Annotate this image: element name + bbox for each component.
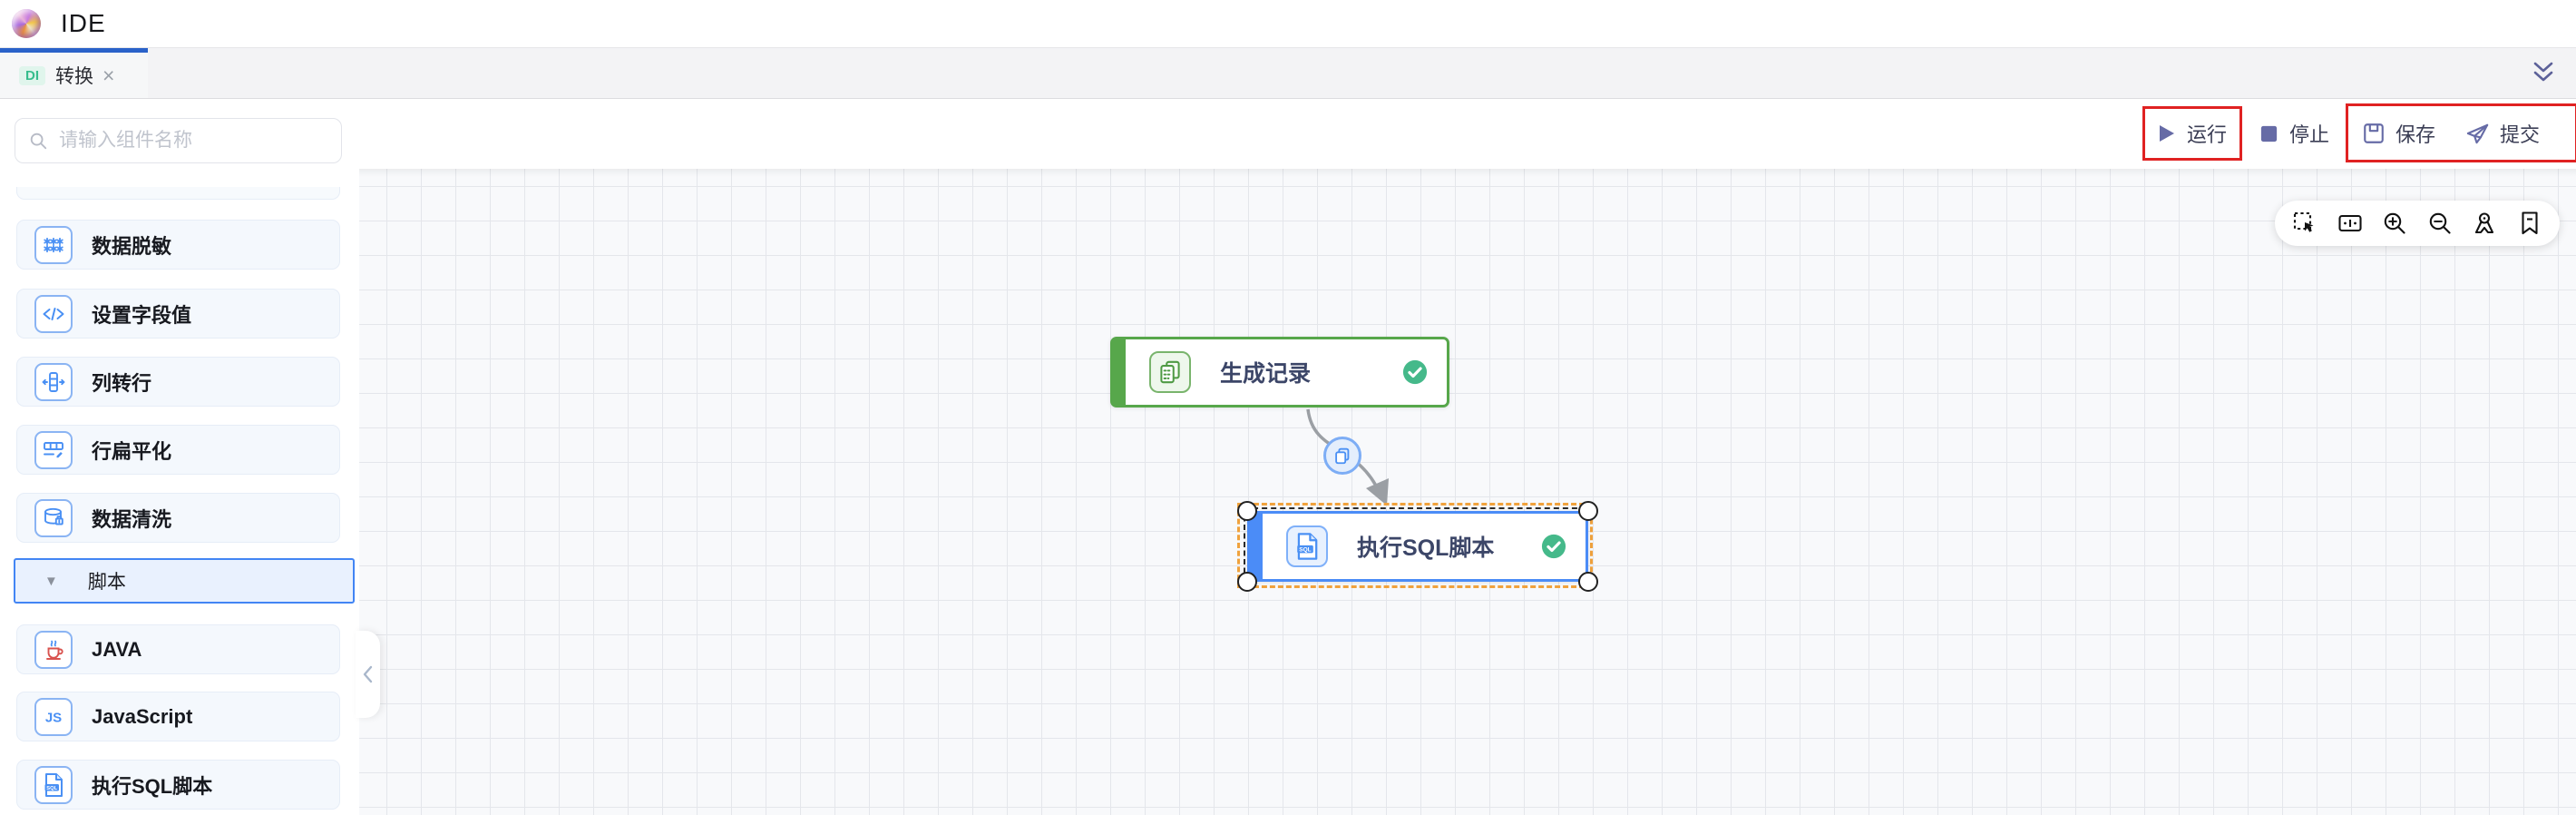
svg-text:SQL: SQL — [46, 785, 57, 790]
tab-label: 转换 — [55, 66, 93, 87]
copy-icon — [1335, 447, 1350, 465]
node-resize-handle[interactable] — [1237, 501, 1257, 521]
component-search[interactable] — [15, 118, 342, 163]
column-to-row-icon — [34, 362, 73, 401]
list-item-label: 设置字段值 — [92, 303, 192, 327]
node-generate-records[interactable]: 生成记录 — [1110, 337, 1449, 408]
list-item-data-clean[interactable]: 数据清洗 — [16, 493, 340, 543]
list-item-column-to-row[interactable]: 列转行 — [16, 357, 340, 407]
data-clean-icon — [34, 498, 73, 537]
bookmark-icon[interactable] — [2515, 209, 2544, 238]
list-item-java[interactable]: JAVA — [16, 624, 340, 674]
locate-icon[interactable] — [2470, 209, 2499, 238]
list-item-label: JavaScript — [92, 704, 193, 728]
zoom-in-icon[interactable] — [2380, 209, 2409, 238]
run-button[interactable]: 运行 — [2155, 118, 2227, 149]
actual-size-icon[interactable] — [2336, 209, 2365, 238]
java-cup-icon — [34, 630, 73, 669]
chevron-left-icon — [363, 665, 372, 683]
stop-square-icon — [2260, 125, 2278, 142]
svg-text:JS: JS — [45, 710, 62, 725]
run-button-label: 运行 — [2187, 123, 2228, 146]
list-item-label: 行扁平化 — [92, 439, 172, 463]
js-icon: JS — [34, 697, 73, 736]
double-chevron-down-icon[interactable] — [2527, 56, 2560, 89]
save-button[interactable]: 保存 — [2362, 118, 2435, 149]
list-item-row-flatten[interactable]: 行扁平化 — [16, 425, 340, 475]
edge-copy-badge[interactable] — [1323, 437, 1361, 475]
stop-button-label: 停止 — [2289, 123, 2330, 146]
node-label: 执行SQL脚本 — [1357, 535, 1495, 561]
node-resize-handle[interactable] — [1237, 572, 1257, 592]
row-flatten-icon — [34, 430, 73, 469]
data-mask-icon — [34, 225, 73, 264]
node-execute-sql[interactable]: SQL 执行SQL脚本 — [1247, 511, 1588, 582]
list-item-label: 列转行 — [92, 371, 152, 395]
section-header-script[interactable]: ▼ 脚本 — [14, 558, 355, 604]
save-button-label: 保存 — [2395, 123, 2436, 146]
copy-records-icon — [1149, 351, 1191, 393]
marquee-select-icon[interactable] — [2290, 209, 2319, 238]
svg-text:SQL: SQL — [1299, 546, 1312, 553]
section-triangle-icon: ▼ — [44, 573, 58, 589]
tab-bar: DI 转换 × — [0, 48, 2576, 99]
list-item-javascript[interactable]: JS JavaScript — [16, 692, 340, 741]
sidebar-collapse-handle[interactable] — [356, 631, 380, 718]
list-item-label: 执行SQL脚本 — [92, 774, 213, 798]
section-label: 脚本 — [87, 572, 126, 593]
node-resize-handle[interactable] — [1578, 501, 1598, 521]
app-logo — [12, 9, 41, 38]
success-check-icon — [1541, 534, 1566, 559]
node-resize-handle[interactable] — [1578, 572, 1598, 592]
stop-button[interactable]: 停止 — [2259, 118, 2329, 149]
tab-transform[interactable]: DI 转换 × — [0, 48, 148, 98]
tab-close-icon[interactable]: × — [102, 64, 114, 86]
set-field-value-icon — [34, 294, 73, 333]
save-floppy-icon — [2364, 123, 2384, 143]
canvas-mini-toolbar — [2275, 201, 2560, 246]
list-item-partial[interactable] — [16, 187, 340, 200]
list-item-label: 数据清洗 — [92, 507, 172, 531]
app-header: IDE — [0, 0, 2576, 48]
search-icon — [30, 133, 47, 150]
zoom-out-icon[interactable] — [2425, 209, 2454, 238]
sql-file-icon: SQL — [1286, 525, 1328, 567]
submit-plane-icon — [2466, 123, 2489, 143]
flow-canvas[interactable] — [359, 169, 2576, 815]
list-item-data-mask[interactable]: 数据脱敏 — [16, 220, 340, 270]
submit-button[interactable]: 提交 — [2465, 118, 2540, 149]
list-item-set-field-value[interactable]: 设置字段值 — [16, 289, 340, 339]
list-item-label: 数据脱敏 — [92, 234, 172, 258]
play-icon — [2160, 125, 2174, 142]
component-sidebar: 数据脱敏 设置字段值 列转行 — [0, 99, 356, 815]
node-accent-bar — [1250, 514, 1263, 579]
list-item-execute-sql[interactable]: SQL 执行SQL脚本 — [16, 760, 340, 810]
node-accent-bar — [1113, 339, 1126, 405]
submit-button-label: 提交 — [2500, 123, 2541, 146]
app-title: IDE — [61, 9, 106, 37]
tab-type-badge: DI — [19, 65, 45, 85]
node-label: 生成记录 — [1220, 361, 1312, 387]
sql-file-icon: SQL — [34, 765, 73, 804]
list-item-label: JAVA — [92, 637, 142, 661]
component-list: 数据脱敏 设置字段值 列转行 行扁平化 数据清洗 ▼ 脚本 JAVA JS Ja… — [0, 169, 356, 815]
node-selection-box: SQL 执行SQL脚本 — [1237, 501, 1598, 592]
success-check-icon — [1402, 359, 1428, 385]
search-input[interactable] — [57, 129, 315, 152]
